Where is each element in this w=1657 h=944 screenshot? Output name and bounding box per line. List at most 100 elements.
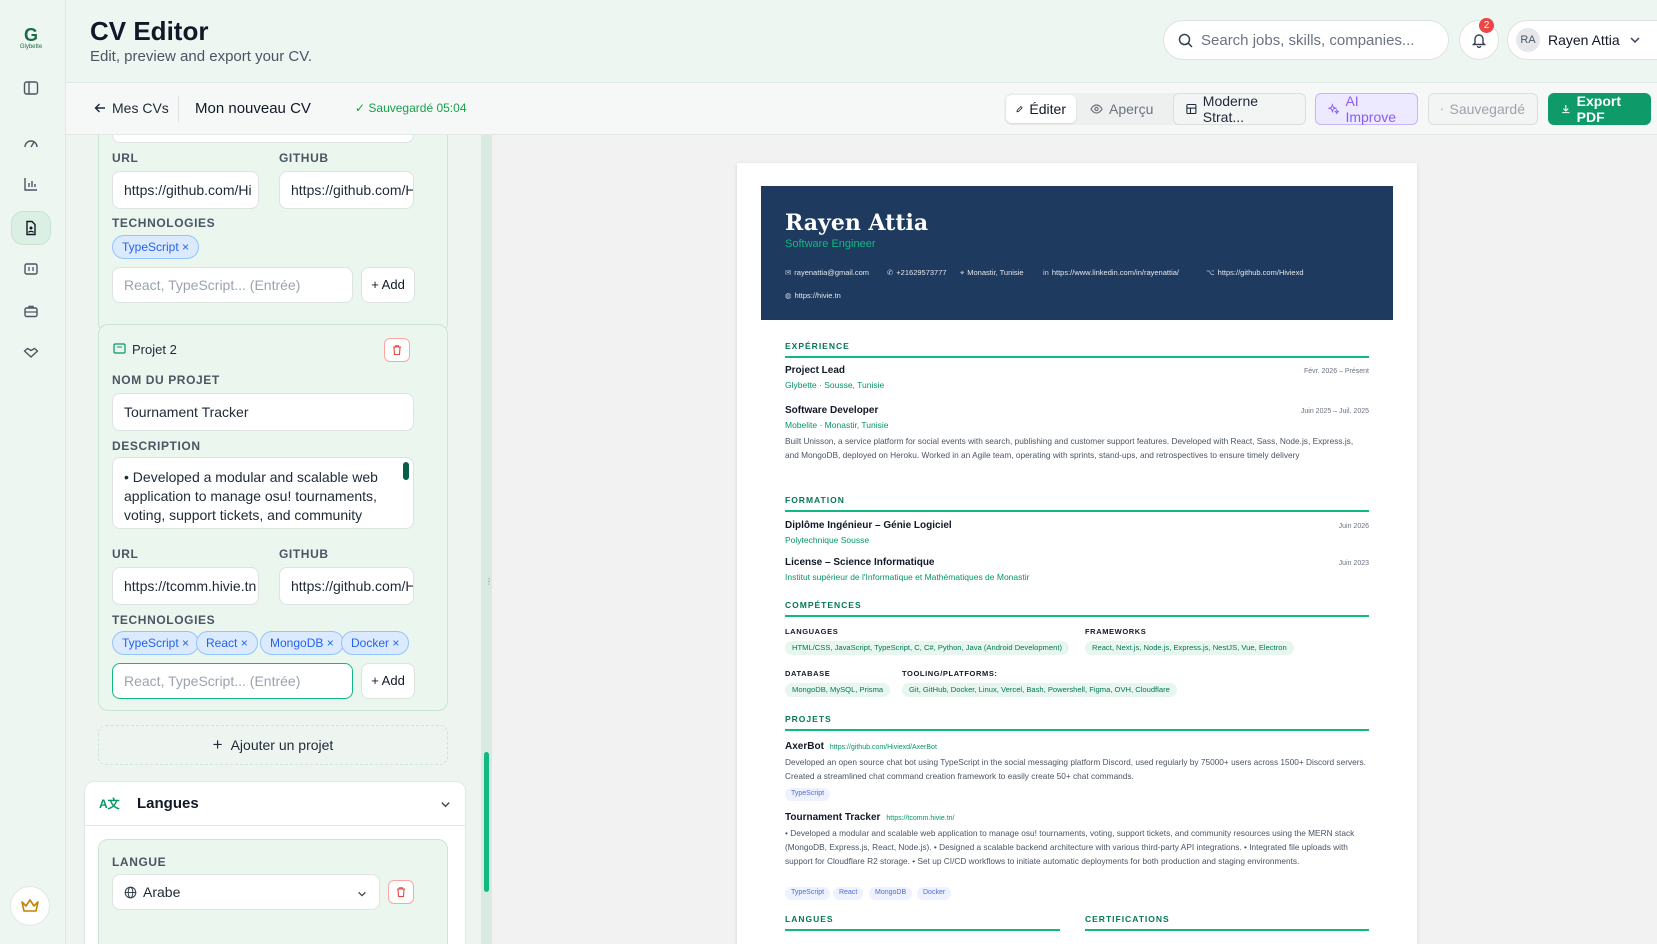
cv-project-link[interactable]: https://tcomm.hivie.tn/	[886, 815, 954, 822]
user-menu[interactable]: RA Rayen Attia	[1507, 20, 1657, 60]
remove-chip-icon[interactable]: ×	[182, 240, 189, 254]
cv-project-title: Tournament Tracker https://tcomm.hivie.tn…	[785, 812, 955, 823]
pencil-icon	[1016, 106, 1023, 113]
delete-project-button[interactable]	[384, 338, 410, 362]
project2-github-input[interactable]: https://github.com/Hi	[279, 567, 414, 605]
handshake-icon[interactable]	[11, 336, 51, 370]
panel-resize-handle[interactable]: ⋮	[481, 135, 493, 944]
cv-exp-org: Glybette · Sousse, Tunisie	[785, 380, 885, 390]
tech-chip-mongodb[interactable]: MongoDB ×	[260, 631, 344, 655]
cv-edu-org: Institut supérieur de l'Informatique et …	[785, 572, 1030, 582]
cv-exp-org: Mobelite · Monastir, Tunisie	[785, 420, 889, 430]
translate-icon: A文	[99, 797, 120, 811]
cv-location: ⌖ Monastir, Tunisie	[960, 268, 1024, 277]
tech-chip-react[interactable]: React ×	[196, 631, 258, 655]
cv-page: Rayen Attia Software Engineer ✉ rayenatti…	[737, 163, 1417, 944]
cv-section-projects: PROJETS	[785, 714, 1369, 731]
project2-add-tech-button[interactable]: + Add	[361, 663, 415, 699]
cv-section-experience: EXPÉRIENCE	[785, 341, 1369, 358]
notifications-button[interactable]: 2	[1459, 18, 1499, 60]
project2-url-label: URL	[112, 547, 139, 561]
project-name-input[interactable]: Tournament Tracker	[112, 393, 414, 431]
notification-badge: 2	[1479, 18, 1494, 33]
back-to-cvs-link[interactable]: Mes CVs	[94, 100, 169, 116]
preview-mode-button[interactable]: Aperçu	[1080, 95, 1166, 123]
editor-scrollbar-thumb[interactable]	[484, 752, 489, 892]
mail-icon: ✉	[785, 268, 792, 277]
cv-exp-date: Févr. 2026 – Présent	[1304, 368, 1369, 375]
remove-chip-icon[interactable]: ×	[392, 636, 399, 650]
cv-project-link[interactable]: https://github.com/Hiviexd/AxerBot	[830, 744, 937, 751]
cv-section-skills: COMPÉTENCES	[785, 600, 1369, 617]
save-button[interactable]: Sauvegardé	[1428, 93, 1538, 125]
cv-github: ⌥ https://github.com/Hiviexd	[1206, 268, 1304, 277]
download-icon	[1562, 104, 1570, 114]
search-icon	[1178, 33, 1193, 48]
tech-chip-typescript[interactable]: TypeScript ×	[112, 631, 200, 655]
ai-improve-button[interactable]: AI Improve	[1315, 93, 1418, 125]
template-selector-button[interactable]: Moderne Strat...	[1173, 93, 1306, 125]
language-select[interactable]: Arabe	[112, 874, 380, 910]
chevron-down-icon	[358, 891, 366, 897]
textarea-scrollbar[interactable]	[403, 462, 409, 480]
folder-icon	[113, 343, 126, 354]
edit-mode-button[interactable]: Éditer	[1006, 95, 1076, 123]
cv-linkedin: in https://www.linkedin.com/in/rayenattia…	[1043, 268, 1179, 277]
project1-tech-chip[interactable]: TypeScript ×	[112, 235, 200, 259]
check-icon: ✓	[355, 101, 366, 115]
project2-tech-input[interactable]: React, TypeScript... (Entrée)	[112, 663, 353, 699]
toolbar-divider	[178, 96, 179, 122]
user-name: Rayen Attia	[1548, 32, 1620, 48]
cv-edu-title: License – Science Informatique	[785, 557, 935, 568]
cv-phone: ✆ +21629573777	[887, 268, 947, 277]
project1-previous-field[interactable]	[112, 135, 414, 143]
delete-language-button[interactable]	[388, 880, 414, 904]
folder-icon[interactable]	[11, 252, 51, 286]
github-icon: ⌥	[1206, 268, 1215, 277]
cv-skill-frameworks: React, Next.js, Node.js, Express.js, Nes…	[1085, 641, 1294, 655]
app-logo[interactable]: G Glybette	[14, 26, 48, 54]
project2-tech-label: TECHNOLOGIES	[112, 613, 216, 627]
cv-skill-database: MongoDB, MySQL, Prisma	[785, 683, 891, 697]
language-label: LANGUE	[112, 855, 167, 869]
linkedin-icon: in	[1043, 268, 1049, 277]
phone-icon: ✆	[887, 268, 894, 277]
cv-exp-title: Project Lead	[785, 365, 846, 376]
project1-tech-label: TECHNOLOGIES	[112, 216, 216, 230]
project1-tech-input[interactable]: React, TypeScript... (Entrée)	[112, 267, 353, 303]
page-header: CV Editor Edit, preview and export your …	[66, 0, 1657, 83]
remove-chip-icon[interactable]: ×	[182, 636, 189, 650]
sidebar-toggle-icon[interactable]	[11, 71, 51, 105]
export-pdf-button[interactable]: Export PDF	[1548, 93, 1651, 125]
chevron-down-icon	[1630, 37, 1640, 44]
cv-document-icon[interactable]	[11, 211, 51, 245]
project1-url-input[interactable]: https://github.com/Hi	[112, 171, 259, 209]
premium-crown-icon[interactable]	[10, 886, 50, 926]
briefcase-icon[interactable]	[11, 294, 51, 328]
analytics-chart-icon[interactable]	[11, 167, 51, 201]
dashboard-gauge-icon[interactable]	[11, 126, 51, 160]
search-bar[interactable]	[1163, 20, 1449, 60]
remove-chip-icon[interactable]: ×	[327, 636, 334, 650]
cv-section-education: FORMATION	[785, 495, 1369, 512]
description-textarea[interactable]: • Developed a modular and scalable web a…	[112, 457, 414, 529]
cv-section-certifications: CERTIFICATIONS	[1085, 914, 1369, 931]
cv-name: Rayen Attia	[785, 210, 929, 236]
add-project-button[interactable]: + Ajouter un projet	[98, 725, 448, 765]
remove-chip-icon[interactable]: ×	[241, 636, 248, 650]
cv-edu-date: Juin 2026	[1338, 523, 1369, 530]
tech-chip-docker[interactable]: Docker ×	[341, 631, 410, 655]
project1-github-input[interactable]: https://github.com/Hi	[279, 171, 414, 209]
project1-add-tech-button[interactable]: + Add	[361, 267, 415, 303]
cv-name-field[interactable]: Mon nouveau CV	[195, 100, 311, 117]
cv-project-description: Developed an open source chat bot using …	[785, 757, 1366, 781]
languages-section-header[interactable]: A文 Langues	[84, 781, 466, 826]
cv-exp-date: Juin 2025 – Juil. 2025	[1300, 408, 1369, 415]
cv-project-description: • Developed a modular and scalable web a…	[785, 828, 1355, 866]
project2-heading: Projet 2	[132, 342, 177, 357]
cv-role: Software Engineer	[785, 238, 876, 250]
arrow-left-icon	[94, 103, 105, 113]
search-input[interactable]	[1201, 31, 1441, 49]
editor-panel[interactable]: URL GITHUB https://github.com/Hi https:/…	[66, 135, 481, 944]
project2-url-input[interactable]: https://tcomm.hivie.tn	[112, 567, 259, 605]
